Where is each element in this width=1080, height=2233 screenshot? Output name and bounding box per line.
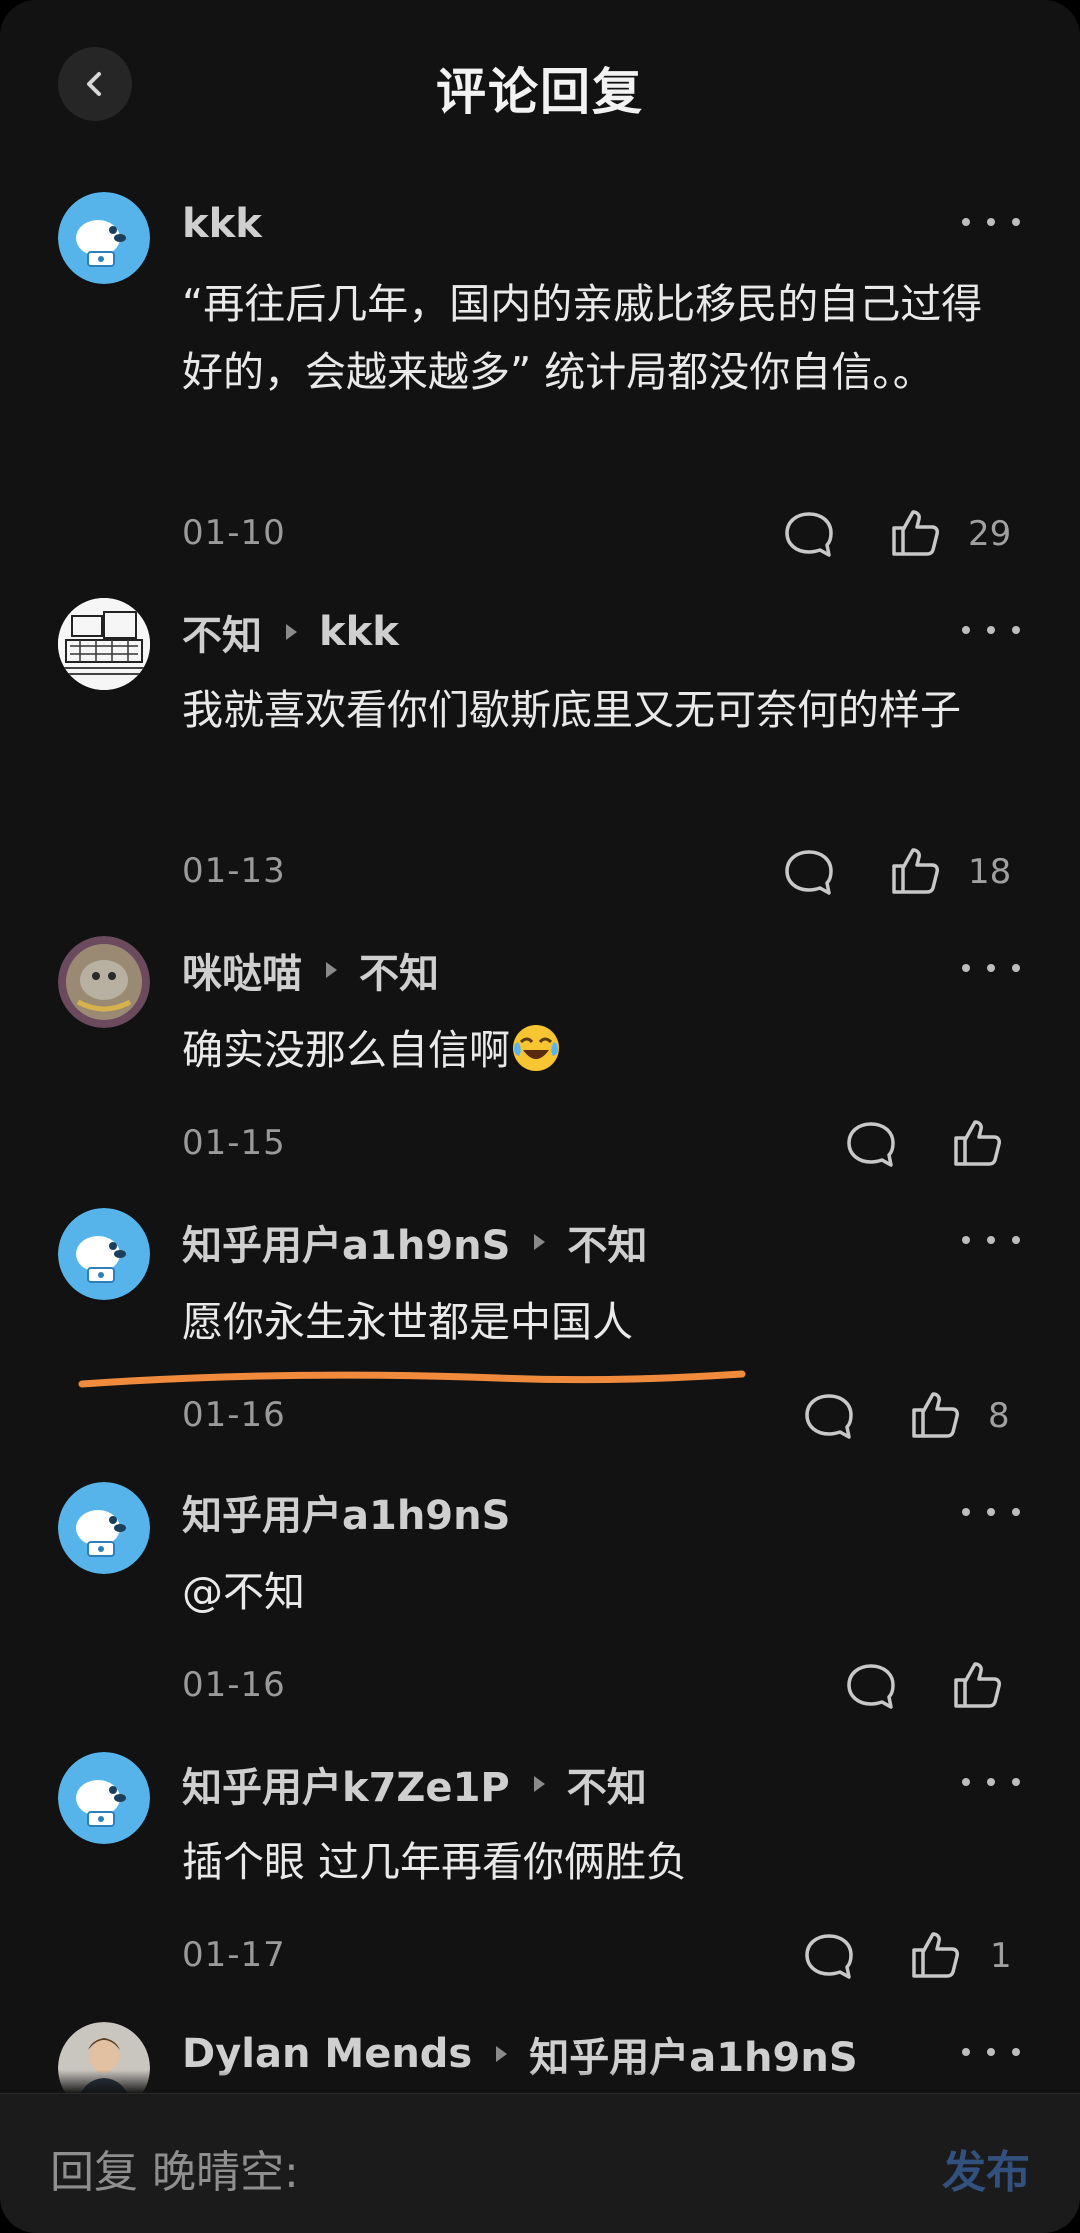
like-button[interactable] bbox=[908, 1388, 962, 1442]
comment-text: “再往后几年，国内的亲戚比移民的自己过得好的，会越来越多” 统计局都没你自信。。 bbox=[182, 280, 983, 396]
comment-author[interactable]: 知乎用户a1h9nS bbox=[182, 1483, 510, 1541]
reply-comment-button[interactable] bbox=[782, 846, 836, 900]
dog-avatar-icon bbox=[58, 192, 150, 284]
like-count: 1 bbox=[990, 1936, 1012, 1976]
like-count: 29 bbox=[968, 514, 1012, 554]
reply-to-author[interactable]: 不知 bbox=[359, 941, 439, 999]
header: 评论回复 bbox=[0, 0, 1080, 170]
comment-author-line: 知乎用户a1h9nS bbox=[182, 1484, 510, 1540]
reply-arrow-icon bbox=[326, 962, 337, 978]
reply-arrow-icon bbox=[496, 2046, 508, 2062]
more-button[interactable] bbox=[962, 1230, 1020, 1250]
reply-input-placeholder[interactable]: 回复 晚晴空: bbox=[50, 2136, 299, 2200]
comment-text: 愿你永生永世都是中国人 bbox=[182, 1298, 633, 1346]
more-button[interactable] bbox=[962, 1772, 1020, 1792]
reply-comment-button[interactable] bbox=[802, 1930, 856, 1984]
comment-date: 01-15 bbox=[182, 1123, 286, 1163]
scroll-fade bbox=[0, 2070, 1080, 2094]
avatar[interactable] bbox=[58, 1208, 150, 1300]
thumbs-up-icon bbox=[912, 1392, 959, 1438]
like-button[interactable] bbox=[908, 1928, 962, 1982]
comment-text: 插个眼 过几年再看你俩胜负 bbox=[182, 1838, 688, 1886]
more-button[interactable] bbox=[962, 2042, 1020, 2062]
reply-arrow-icon bbox=[533, 1776, 545, 1792]
reply-arrow-icon bbox=[286, 624, 297, 640]
thumbs-up-icon bbox=[954, 1662, 1001, 1708]
more-button[interactable] bbox=[962, 620, 1020, 640]
dog-avatar-icon bbox=[58, 1482, 150, 1574]
comment-bubble-icon bbox=[847, 1122, 895, 1167]
dog-avatar-icon bbox=[58, 1752, 150, 1844]
like-button[interactable] bbox=[950, 1658, 1004, 1712]
comment-date: 01-16 bbox=[182, 1665, 286, 1705]
more-button[interactable] bbox=[962, 958, 1020, 978]
publish-button[interactable]: 发布 bbox=[942, 2136, 1030, 2200]
reply-to-author[interactable]: 不知 bbox=[567, 1213, 647, 1271]
page-title: 评论回复 bbox=[436, 63, 644, 121]
comment-author[interactable]: 不知 bbox=[182, 603, 262, 661]
comment-author[interactable]: kkk bbox=[182, 201, 262, 247]
more-button[interactable] bbox=[962, 1502, 1020, 1522]
avatar[interactable] bbox=[58, 1752, 150, 1844]
comment-date: 01-16 bbox=[182, 1395, 286, 1435]
comment-author[interactable]: 咪哒喵 bbox=[182, 941, 302, 999]
comment-text: 确实没那么自信啊 bbox=[182, 1016, 1022, 1084]
reply-input-bar[interactable]: 回复 晚晴空: 发布 bbox=[0, 2093, 1080, 2233]
reply-arrow-icon bbox=[534, 1234, 546, 1250]
comment-author-line: 知乎用户a1h9nS 不知 bbox=[182, 1214, 647, 1270]
comment-author-line: 咪哒喵 不知 bbox=[182, 942, 439, 998]
like-count: 8 bbox=[988, 1396, 1010, 1436]
thumbs-up-icon bbox=[954, 1120, 1001, 1166]
more-button[interactable] bbox=[962, 212, 1020, 232]
crying-laughing-emoji bbox=[513, 1025, 559, 1071]
comment-date: 01-13 bbox=[182, 851, 286, 891]
comment-bubble-icon bbox=[785, 850, 833, 895]
reply-comment-button[interactable] bbox=[802, 1390, 856, 1444]
comment-reply-screen: 评论回复 kkk “再往后几年，国内的亲戚比移民的自己过得好的，会越来越多” 统… bbox=[0, 0, 1080, 2233]
avatar[interactable] bbox=[58, 598, 150, 690]
comment-author[interactable]: 知乎用户a1h9nS bbox=[182, 1213, 510, 1271]
comment-bubble-icon bbox=[805, 1394, 853, 1439]
sketch-building-avatar-icon bbox=[58, 598, 150, 690]
comment-date: 01-17 bbox=[182, 1935, 286, 1975]
reply-comment-button[interactable] bbox=[782, 508, 836, 562]
comment-author-line: 不知 kkk bbox=[182, 604, 399, 660]
comment-text: 我就喜欢看你们歇斯底里又无可奈何的样子 bbox=[182, 686, 961, 734]
comment-text-content: 确实没那么自信啊 bbox=[182, 1026, 510, 1074]
like-count: 18 bbox=[968, 852, 1012, 892]
like-button[interactable] bbox=[888, 506, 942, 560]
dog-avatar-icon bbox=[58, 1208, 150, 1300]
reply-comment-button[interactable] bbox=[844, 1660, 898, 1714]
thumbs-up-icon bbox=[912, 1932, 959, 1978]
comment-author-line: kkk bbox=[182, 196, 262, 252]
comment-bubble-icon bbox=[785, 512, 833, 557]
reply-to-author[interactable]: kkk bbox=[319, 609, 399, 655]
reply-comment-button[interactable] bbox=[844, 1118, 898, 1172]
thumbs-up-icon bbox=[892, 848, 939, 894]
cat-avatar-icon bbox=[58, 936, 150, 1028]
comment-bubble-icon bbox=[805, 1934, 853, 1979]
like-button[interactable] bbox=[888, 844, 942, 898]
comment-date: 01-10 bbox=[182, 513, 286, 553]
like-button[interactable] bbox=[950, 1116, 1004, 1170]
reply-to-author[interactable]: 不知 bbox=[567, 1755, 647, 1813]
thumbs-up-icon bbox=[892, 510, 939, 556]
avatar[interactable] bbox=[58, 192, 150, 284]
comment-author-line: 知乎用户k7Ze1P 不知 bbox=[182, 1756, 647, 1812]
comment-author[interactable]: 知乎用户k7Ze1P bbox=[182, 1755, 510, 1813]
comment-text: @不知 bbox=[182, 1568, 305, 1616]
avatar[interactable] bbox=[58, 936, 150, 1028]
avatar[interactable] bbox=[58, 1482, 150, 1574]
comment-bubble-icon bbox=[847, 1664, 895, 1709]
orange-underline-annotation bbox=[78, 1370, 746, 1388]
